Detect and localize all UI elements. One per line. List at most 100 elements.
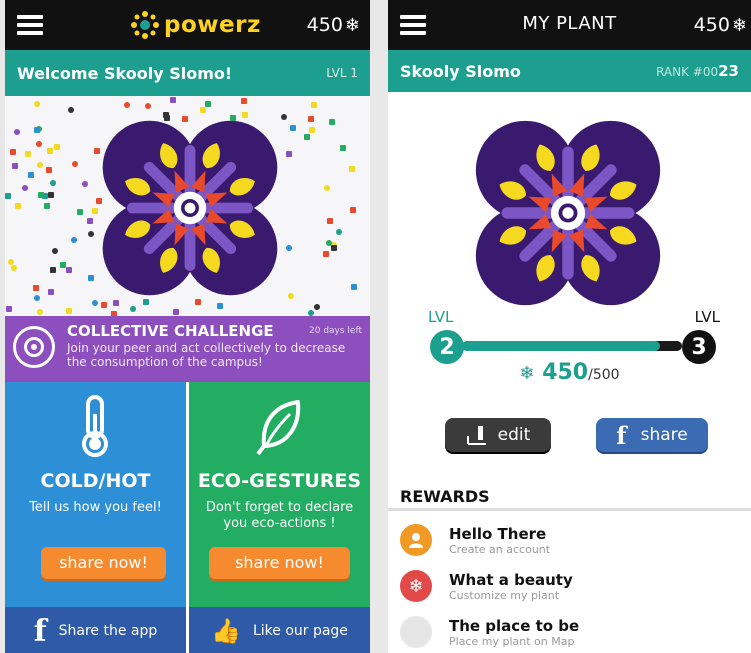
- confetti-dot: [142, 299, 149, 306]
- collective-challenge-banner[interactable]: COLLECTIVE CHALLENGE 20 days left Join y…: [5, 316, 370, 382]
- confetti-dot: [322, 251, 329, 258]
- confetti-dot: [280, 113, 287, 120]
- share-now-button[interactable]: share now!: [209, 547, 350, 579]
- confetti-dot: [173, 308, 180, 315]
- score-display: ❄ 450/500: [519, 360, 620, 385]
- action-cards: COLD/HOT Tell us how you feel! share now…: [5, 382, 370, 607]
- confetti-dot: [285, 245, 292, 251]
- confetti-dot: [68, 106, 75, 113]
- edit-button[interactable]: edit: [445, 418, 551, 452]
- user-icon: [400, 524, 432, 556]
- confetti-dot: [145, 102, 152, 109]
- confetti-dot: [13, 129, 20, 136]
- facebook-icon: f: [616, 420, 627, 450]
- confetti-dot: [36, 141, 42, 148]
- confetti-dot: [37, 192, 44, 199]
- current-level-label: LVL: [428, 308, 454, 326]
- next-level-badge: 3: [682, 330, 716, 364]
- confetti-dot: [329, 118, 336, 125]
- next-level-label: LVL: [694, 308, 720, 326]
- plant-hero[interactable]: [5, 96, 370, 316]
- pencil-icon: [466, 426, 486, 445]
- reward-title: What a beauty: [449, 570, 573, 589]
- confetti-dot: [49, 179, 56, 186]
- confetti-dot: [199, 107, 206, 114]
- cold-hot-card[interactable]: COLD/HOT Tell us how you feel! share now…: [5, 382, 189, 607]
- confetti-dot: [314, 304, 320, 311]
- user-bar: Skooly Slomo RANK #0023: [388, 50, 751, 92]
- confetti-dot: [6, 306, 13, 313]
- confetti-dot: [92, 208, 99, 215]
- like-page-button[interactable]: 👍 Like our page: [189, 607, 370, 653]
- confetti-dot: [25, 151, 32, 158]
- snowflake-icon: ❄: [519, 363, 535, 384]
- rewards-heading: REWARDS: [400, 487, 490, 506]
- confetti-dot: [307, 116, 314, 123]
- confetti-dot: [86, 217, 93, 224]
- rank-text: RANK #0023: [656, 62, 739, 80]
- confetti-dot: [48, 289, 55, 296]
- confetti-dot: [87, 231, 94, 237]
- confetti-dot: [91, 299, 98, 306]
- confetti-dot: [11, 265, 18, 272]
- confetti-dot: [66, 267, 73, 274]
- top-bar: powerz 450 ❄: [5, 0, 370, 50]
- level-progress-fill: [462, 341, 660, 351]
- reward-item[interactable]: ❄ What a beauty Customize my plant: [400, 564, 751, 608]
- share-now-button[interactable]: share now!: [41, 547, 166, 579]
- confetti-dot: [323, 185, 330, 192]
- confetti-dot: [53, 144, 60, 151]
- confetti-dot: [5, 192, 11, 199]
- plant-image: [102, 120, 278, 296]
- challenge-title: COLLECTIVE CHALLENGE: [67, 322, 274, 340]
- confetti-dot: [339, 145, 346, 152]
- confetti-dot: [45, 166, 52, 173]
- card-title: ECO-GESTURES: [197, 470, 362, 492]
- share-button[interactable]: f share: [596, 418, 708, 452]
- plant-image: [475, 120, 661, 306]
- welcome-text: Welcome Skooly Slomo!: [17, 63, 233, 83]
- confetti-dot: [101, 301, 108, 308]
- points-counter: 450 ❄: [306, 14, 360, 36]
- confetti-dot: [163, 114, 170, 121]
- share-app-button[interactable]: f Share the app: [5, 607, 189, 653]
- menu-icon[interactable]: [17, 15, 43, 35]
- confetti-dot: [48, 191, 55, 198]
- confetti-dot: [129, 306, 136, 313]
- confetti-dot: [350, 206, 357, 213]
- confetti-dot: [286, 150, 293, 157]
- reward-item[interactable]: Hello There Create an account: [400, 518, 751, 562]
- confetti-dot: [50, 266, 57, 273]
- confetti-dot: [37, 308, 44, 315]
- confetti-dot: [71, 237, 78, 244]
- target-icon: [13, 326, 55, 368]
- confetti-dot: [96, 197, 103, 204]
- confetti-dot: [11, 162, 18, 169]
- confetti-dot: [43, 202, 50, 209]
- snowflake-icon: ❄: [344, 14, 360, 36]
- confetti-dot: [181, 116, 188, 122]
- snowflake-icon: ❄: [400, 570, 432, 602]
- top-bar: MY PLANT 450 ❄: [388, 0, 751, 50]
- challenge-days-left: 20 days left: [309, 326, 362, 336]
- thumbs-up-icon: 👍: [211, 617, 241, 645]
- confetti-dot: [303, 134, 310, 141]
- confetti-dot: [32, 285, 39, 292]
- reward-item[interactable]: The place to be Place my plant on Map: [400, 610, 751, 653]
- confetti-dot: [336, 229, 343, 236]
- eco-gestures-card[interactable]: ECO-GESTURES Don't forget to declare you…: [189, 382, 370, 607]
- confetti-dot: [9, 148, 16, 155]
- confetti-dot: [124, 101, 130, 108]
- level-text: LVL 1: [326, 66, 358, 80]
- confetti-dot: [289, 125, 296, 132]
- confetti-dot: [22, 184, 29, 191]
- confetti-dot: [77, 209, 84, 216]
- confetti-dot: [307, 309, 314, 316]
- confetti-dot: [15, 202, 22, 209]
- points-counter: 450 ❄: [693, 14, 747, 36]
- confetti-dot: [216, 303, 223, 310]
- confetti-dot: [308, 127, 315, 134]
- confetti-dot: [34, 126, 41, 133]
- welcome-bar: Welcome Skooly Slomo! LVL 1: [5, 50, 370, 96]
- confetti-dot: [350, 283, 357, 290]
